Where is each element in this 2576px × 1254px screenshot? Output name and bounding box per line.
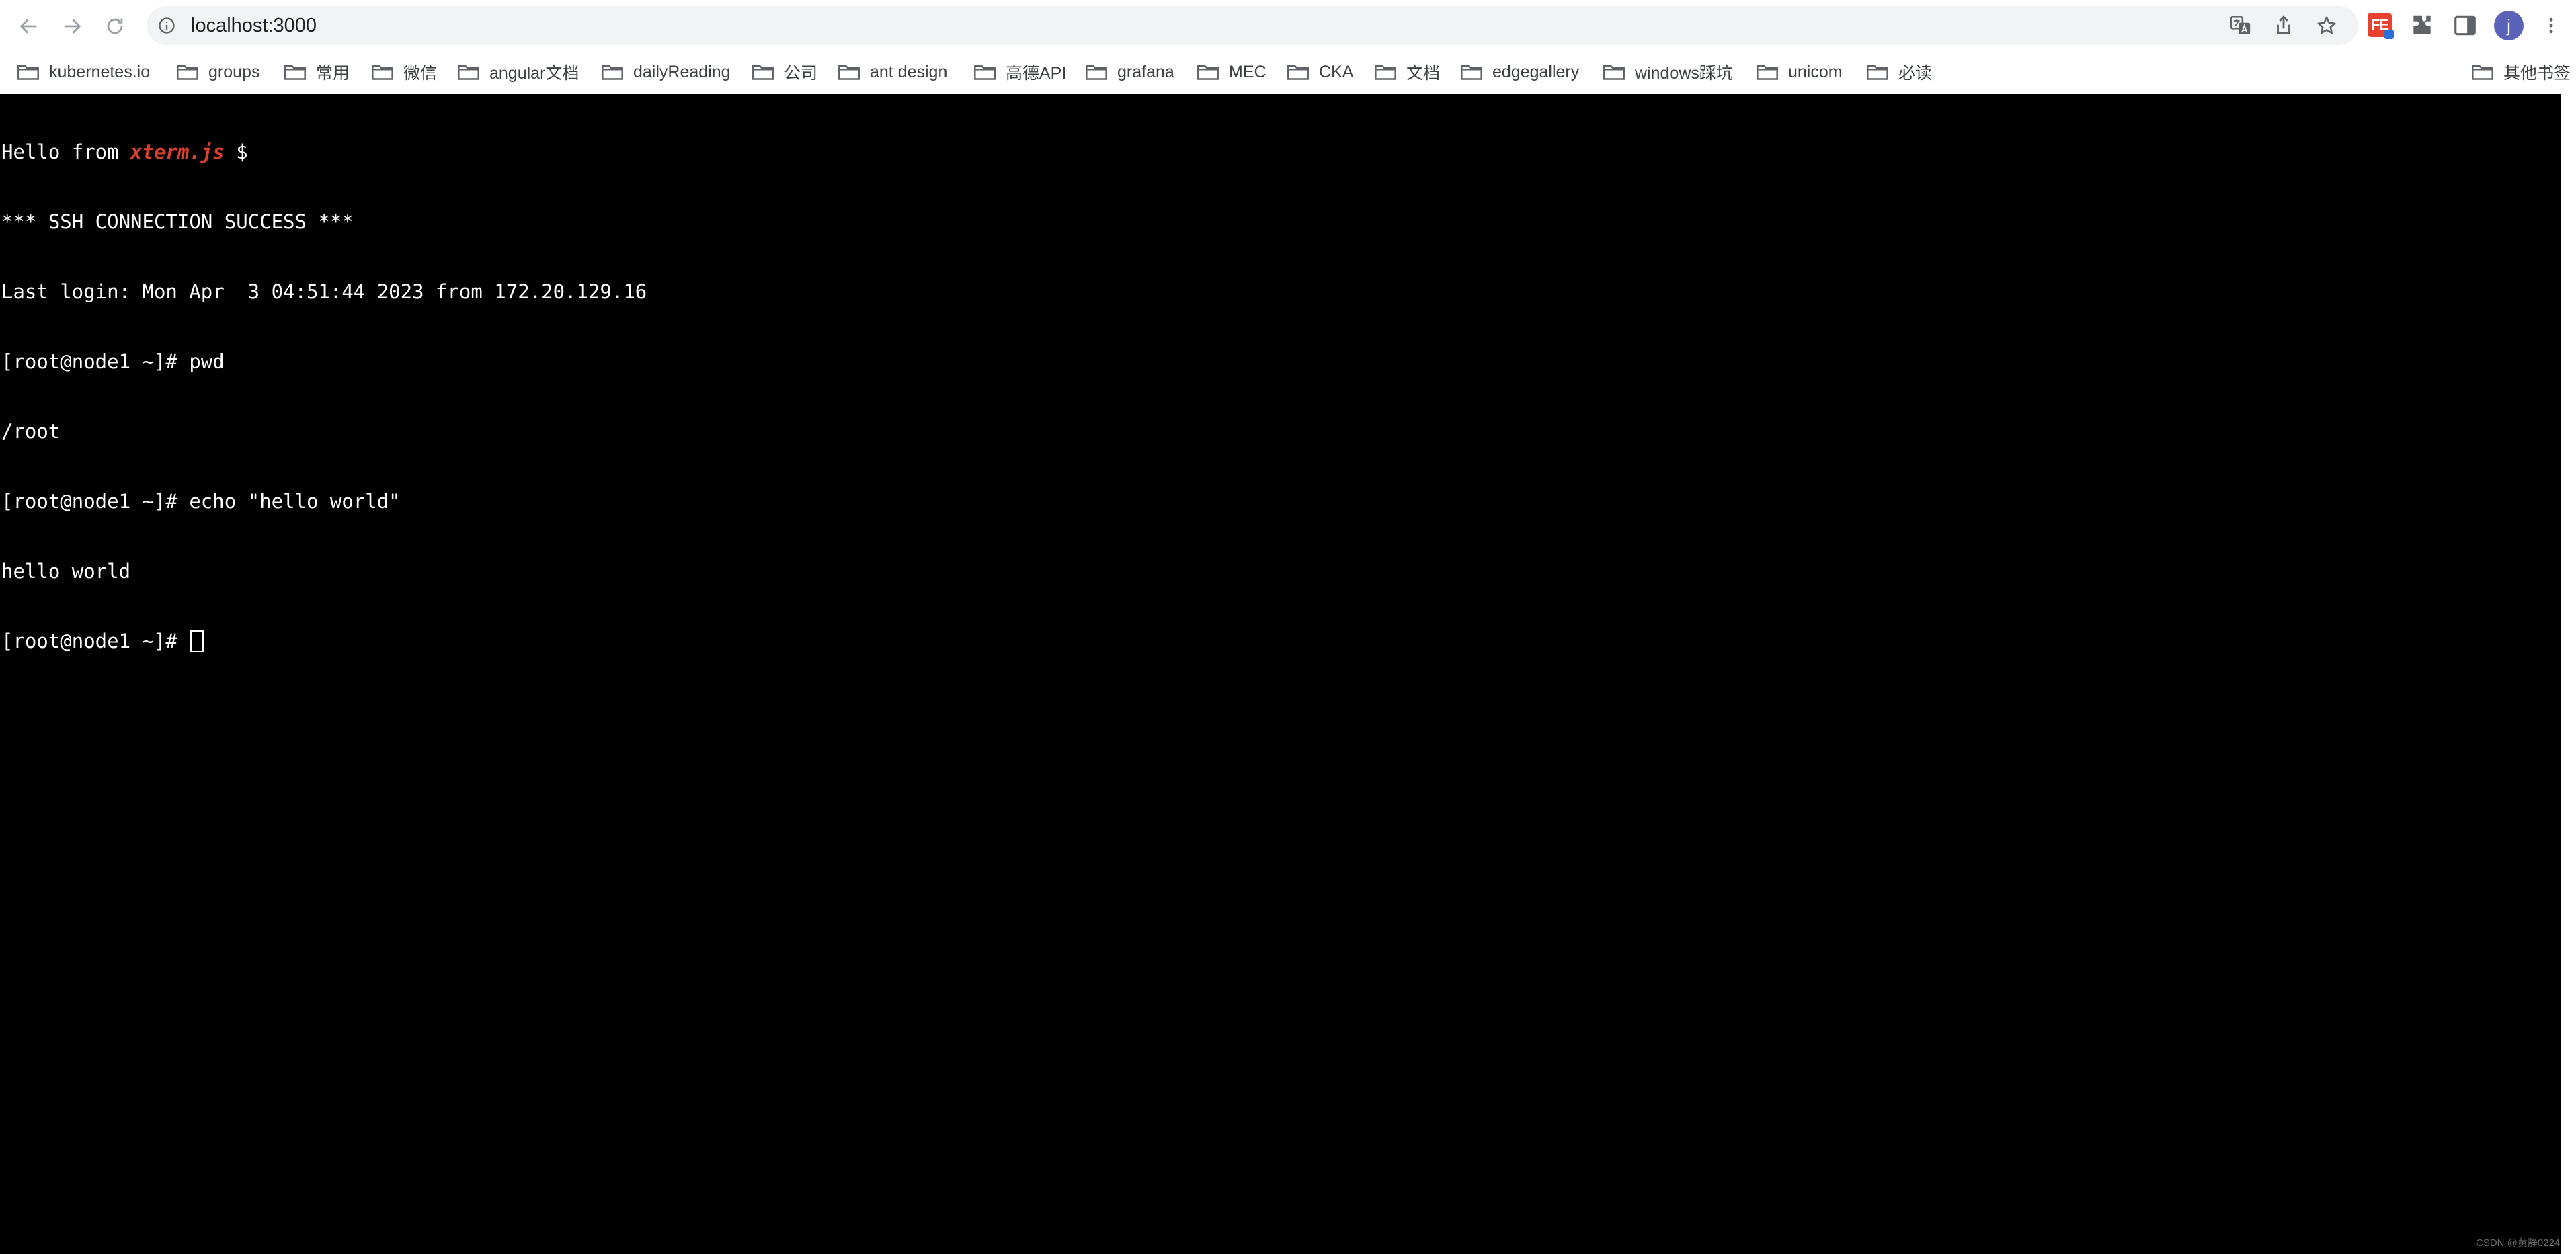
greeting-prefix: Hello from bbox=[1, 140, 131, 163]
terminal-greeting-line: Hello from xterm.js $ bbox=[1, 140, 647, 164]
back-button[interactable] bbox=[12, 9, 46, 43]
bookmark-folder[interactable]: CKA bbox=[1287, 56, 1353, 87]
terminal-line: [root@node1 ~]# pwd bbox=[1, 350, 225, 373]
fe-extension-icon[interactable]: FE bbox=[2368, 13, 2394, 39]
folder-icon bbox=[372, 65, 393, 80]
bookmark-label: 常用 bbox=[316, 64, 350, 83]
translate-icon[interactable] bbox=[2229, 14, 2252, 37]
bookmark-folder[interactable]: 微信 bbox=[371, 56, 437, 87]
bookmark-label: ant design bbox=[870, 62, 948, 81]
folder-icon bbox=[1461, 65, 1482, 80]
forward-button[interactable] bbox=[55, 9, 89, 43]
terminal-line: [root@node1 ~]# echo "hello world" bbox=[1, 490, 401, 513]
folder-icon bbox=[1867, 65, 1888, 80]
profile-avatar[interactable]: j bbox=[2494, 11, 2524, 40]
browser-window: localhost:3000 FE j kubernetes.io groups… bbox=[0, 0, 2576, 1254]
browser-toolbar: localhost:3000 FE j bbox=[0, 0, 2576, 51]
bookmark-folder[interactable]: angular文档 bbox=[457, 56, 579, 87]
folder-icon bbox=[602, 65, 623, 80]
terminal-line: hello world bbox=[1, 560, 131, 583]
terminal-line: *** SSH CONNECTION SUCCESS *** bbox=[1, 210, 354, 233]
bookmark-folder[interactable]: MEC bbox=[1197, 56, 1266, 87]
side-panel-icon[interactable] bbox=[2452, 13, 2478, 38]
bookmark-folder[interactable]: windows踩坑 bbox=[1603, 56, 1733, 87]
bookmark-label: grafana bbox=[1117, 62, 1174, 81]
bookmark-folder[interactable]: groups bbox=[176, 56, 259, 87]
reload-button[interactable] bbox=[98, 9, 132, 43]
bookmarks-bar: kubernetes.io groups 常用 微信 angular文档 dai… bbox=[0, 51, 2576, 93]
terminal-cursor[interactable] bbox=[190, 630, 204, 652]
bookmark-label: unicom bbox=[1788, 62, 1843, 81]
bookmark-folder[interactable]: 文档 bbox=[1374, 56, 1440, 87]
terminal-line: /root bbox=[1, 420, 61, 443]
share-icon[interactable] bbox=[2272, 14, 2295, 37]
reload-icon bbox=[107, 18, 123, 34]
bookmark-folder[interactable]: 必读 bbox=[1866, 56, 1932, 87]
bookmark-folder[interactable]: dailyReading bbox=[601, 56, 731, 87]
bookmark-label: angular文档 bbox=[489, 64, 579, 83]
bookmark-folder[interactable]: ant design bbox=[838, 56, 947, 87]
terminal-line: Last login: Mon Apr 3 04:51:44 2023 from… bbox=[1, 280, 647, 303]
folder-icon bbox=[284, 65, 306, 80]
bookmark-label: CKA bbox=[1319, 62, 1354, 81]
terminal-prompt-line[interactable]: [root@node1 ~]# bbox=[1, 629, 647, 653]
bookmark-label: 必读 bbox=[1898, 64, 1933, 83]
bookmark-label: 文档 bbox=[1406, 64, 1441, 83]
folder-icon bbox=[1287, 65, 1309, 80]
bookmark-folder[interactable]: 高德API bbox=[973, 56, 1066, 87]
greeting-suffix: $ bbox=[224, 140, 248, 163]
bookmark-label: 微信 bbox=[403, 64, 438, 83]
folder-icon bbox=[177, 65, 198, 80]
info-icon[interactable] bbox=[157, 16, 176, 35]
bookmark-label: edgegallery bbox=[1492, 62, 1580, 81]
terminal-output: Hello from xterm.js $ *** SSH CONNECTION… bbox=[1, 94, 647, 699]
bookmark-label: windows踩坑 bbox=[1635, 64, 1733, 83]
bookmark-label: 其他书签 bbox=[2503, 64, 2571, 83]
terminal-prompt: [root@node1 ~]# bbox=[1, 630, 190, 653]
bookmark-folder[interactable]: 公司 bbox=[752, 56, 817, 87]
extensions-puzzle-icon[interactable] bbox=[2409, 13, 2435, 38]
folder-icon bbox=[2472, 65, 2493, 80]
bookmark-label: groups bbox=[208, 62, 260, 81]
folder-icon bbox=[1197, 65, 1219, 80]
folder-icon bbox=[1757, 65, 1778, 80]
bookmark-folder[interactable]: kubernetes.io bbox=[17, 56, 150, 87]
arrow-left-icon bbox=[19, 19, 37, 34]
bookmark-label: MEC bbox=[1229, 62, 1266, 81]
more-vertical-icon[interactable] bbox=[2541, 13, 2561, 38]
bookmark-folder[interactable]: grafana bbox=[1085, 56, 1174, 87]
bookmark-label: 公司 bbox=[784, 64, 818, 83]
folder-icon bbox=[17, 65, 39, 80]
address-bar[interactable]: localhost:3000 bbox=[147, 6, 2358, 45]
folder-icon bbox=[1375, 65, 1396, 80]
bookmark-label: 高德API bbox=[1006, 64, 1067, 83]
bookmark-folder[interactable]: edgegallery bbox=[1460, 56, 1579, 87]
bookmark-star-icon[interactable] bbox=[2315, 14, 2338, 37]
bookmark-folder[interactable]: unicom bbox=[1756, 56, 1843, 87]
watermark: CSDN @黄静0224 bbox=[2476, 1237, 2561, 1249]
url-text[interactable]: localhost:3000 bbox=[191, 6, 317, 45]
other-bookmarks-folder[interactable]: 其他书签 bbox=[2471, 56, 2571, 87]
bookmark-label: kubernetes.io bbox=[49, 62, 151, 81]
folder-icon bbox=[838, 65, 860, 80]
folder-icon bbox=[974, 65, 996, 80]
xterm-terminal[interactable]: Hello from xterm.js $ *** SSH CONNECTION… bbox=[0, 94, 2561, 1254]
arrow-right-icon bbox=[64, 19, 81, 34]
page-scrollbar[interactable] bbox=[2561, 94, 2576, 1254]
folder-icon bbox=[458, 65, 479, 80]
bookmark-folder[interactable]: 常用 bbox=[284, 56, 350, 87]
bookmark-label: dailyReading bbox=[633, 62, 731, 81]
folder-icon bbox=[752, 65, 774, 80]
xterm-brand-text: xterm.js bbox=[130, 140, 225, 163]
folder-icon bbox=[1086, 65, 1107, 80]
folder-icon bbox=[1603, 65, 1625, 80]
